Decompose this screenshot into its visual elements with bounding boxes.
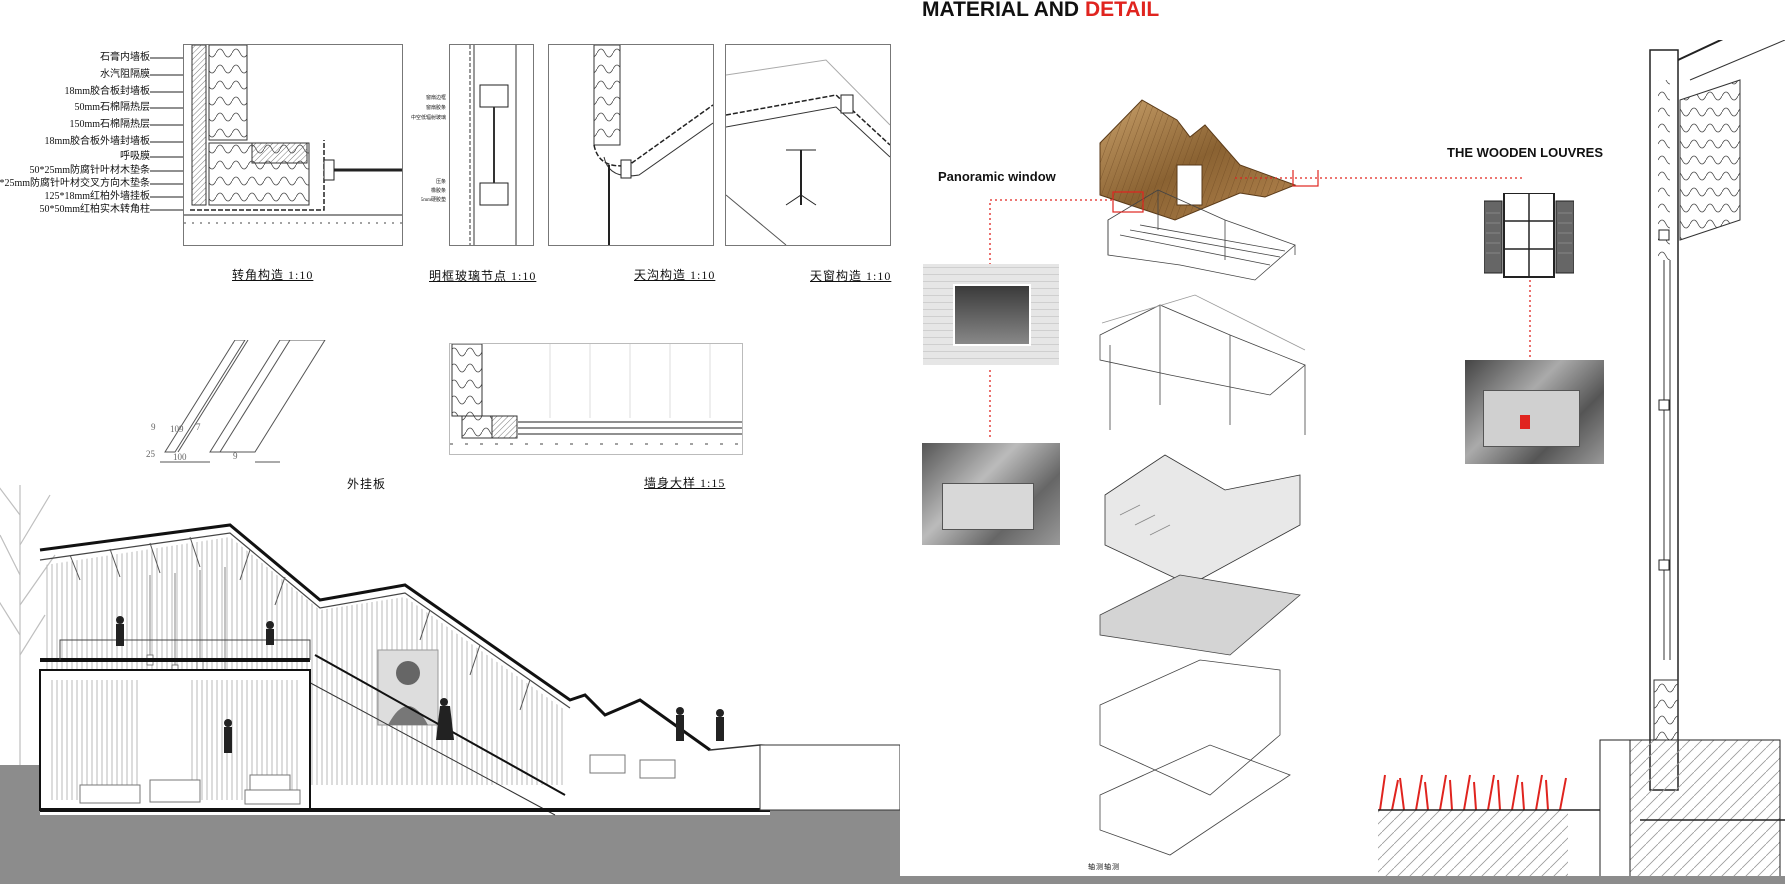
legend-item: 18mm胶合板封墙板 — [64, 86, 150, 97]
skylight-caption: 天窗构造 1:10 — [810, 269, 892, 283]
glass-detail-labels-lower: 压条 橡胶条 5mm硬胶垫 — [408, 178, 446, 205]
cladding-dim: 7 — [196, 422, 201, 432]
glass-label: 窗扇胶条 — [425, 106, 446, 111]
legend-item: 18mm胶合板外墙封墙板 — [44, 136, 150, 147]
legend-item: 150mm石棉隔热层 — [69, 119, 150, 130]
skylight-detail-drawing — [725, 44, 891, 246]
panoramic-window-image — [923, 264, 1059, 365]
legend-item: 50*25mm防腐针叶材木垫条 — [29, 165, 150, 176]
legend-item: 50mm石棉隔热层 — [74, 102, 150, 113]
gutter-caption: 天沟构造 1:10 — [634, 268, 716, 282]
gutter-detail-svg — [593, 45, 713, 245]
title-accent: DETAIL — [1084, 0, 1160, 21]
glass-label: 橡胶条 — [430, 189, 446, 194]
legend-item: 0*25mm防腐针叶材交叉方向木垫条 — [0, 178, 150, 189]
glass-label: 窗扇边框 — [425, 96, 446, 101]
wall-detail-drawing — [449, 343, 743, 455]
wall-section-drawing — [1378, 40, 1785, 884]
ground-strip — [0, 876, 1785, 884]
glass-detail-svg — [469, 45, 517, 245]
glass-detail-labels: 窗扇边框 窗扇胶条 中空低辐射玻璃 — [408, 94, 446, 124]
glass-detail-drawing — [449, 44, 534, 246]
wall-legend: 石膏内墙板 水汽阻隔膜 18mm胶合板封墙板 50mm石棉隔热层 150mm石棉… — [0, 48, 150, 218]
corner-detail-drawing — [183, 44, 403, 246]
axon-caption: 轴测轴测 — [1088, 863, 1120, 871]
corner-caption: 转角构造 1:10 — [232, 268, 314, 282]
cladding-board-drawing — [160, 340, 326, 463]
cladding-dim: 109 — [170, 424, 184, 434]
legend-item: 水汽阻隔膜 — [100, 69, 150, 80]
skylight-detail-svg — [726, 59, 890, 245]
board-title: MATERIAL AND DETAIL — [922, 0, 1159, 22]
red-grass — [1379, 774, 1567, 811]
gutter-detail-drawing — [548, 44, 714, 246]
section-drawing — [0, 485, 900, 884]
glass-label: 压条 — [435, 180, 446, 185]
glass-label: 5mm硬胶垫 — [420, 198, 446, 203]
wall-detail-svg — [450, 344, 742, 445]
legend-item: 呼吸膜 — [120, 151, 150, 162]
glass-label: 中空低辐射玻璃 — [410, 116, 446, 121]
building-photo-left — [922, 443, 1060, 545]
cladding-dim: 9 — [151, 422, 156, 432]
corner-detail-svg — [184, 45, 402, 224]
legend-item: 125*18mm红柏外墙挂板 — [44, 191, 150, 202]
title-main: MATERIAL AND — [922, 0, 1080, 21]
legend-item: 石膏内墙板 — [100, 52, 150, 63]
glass-caption: 明框玻璃节点 1:10 — [429, 269, 537, 283]
legend-item: 50*50mm红柏实木转角柱 — [39, 204, 150, 215]
